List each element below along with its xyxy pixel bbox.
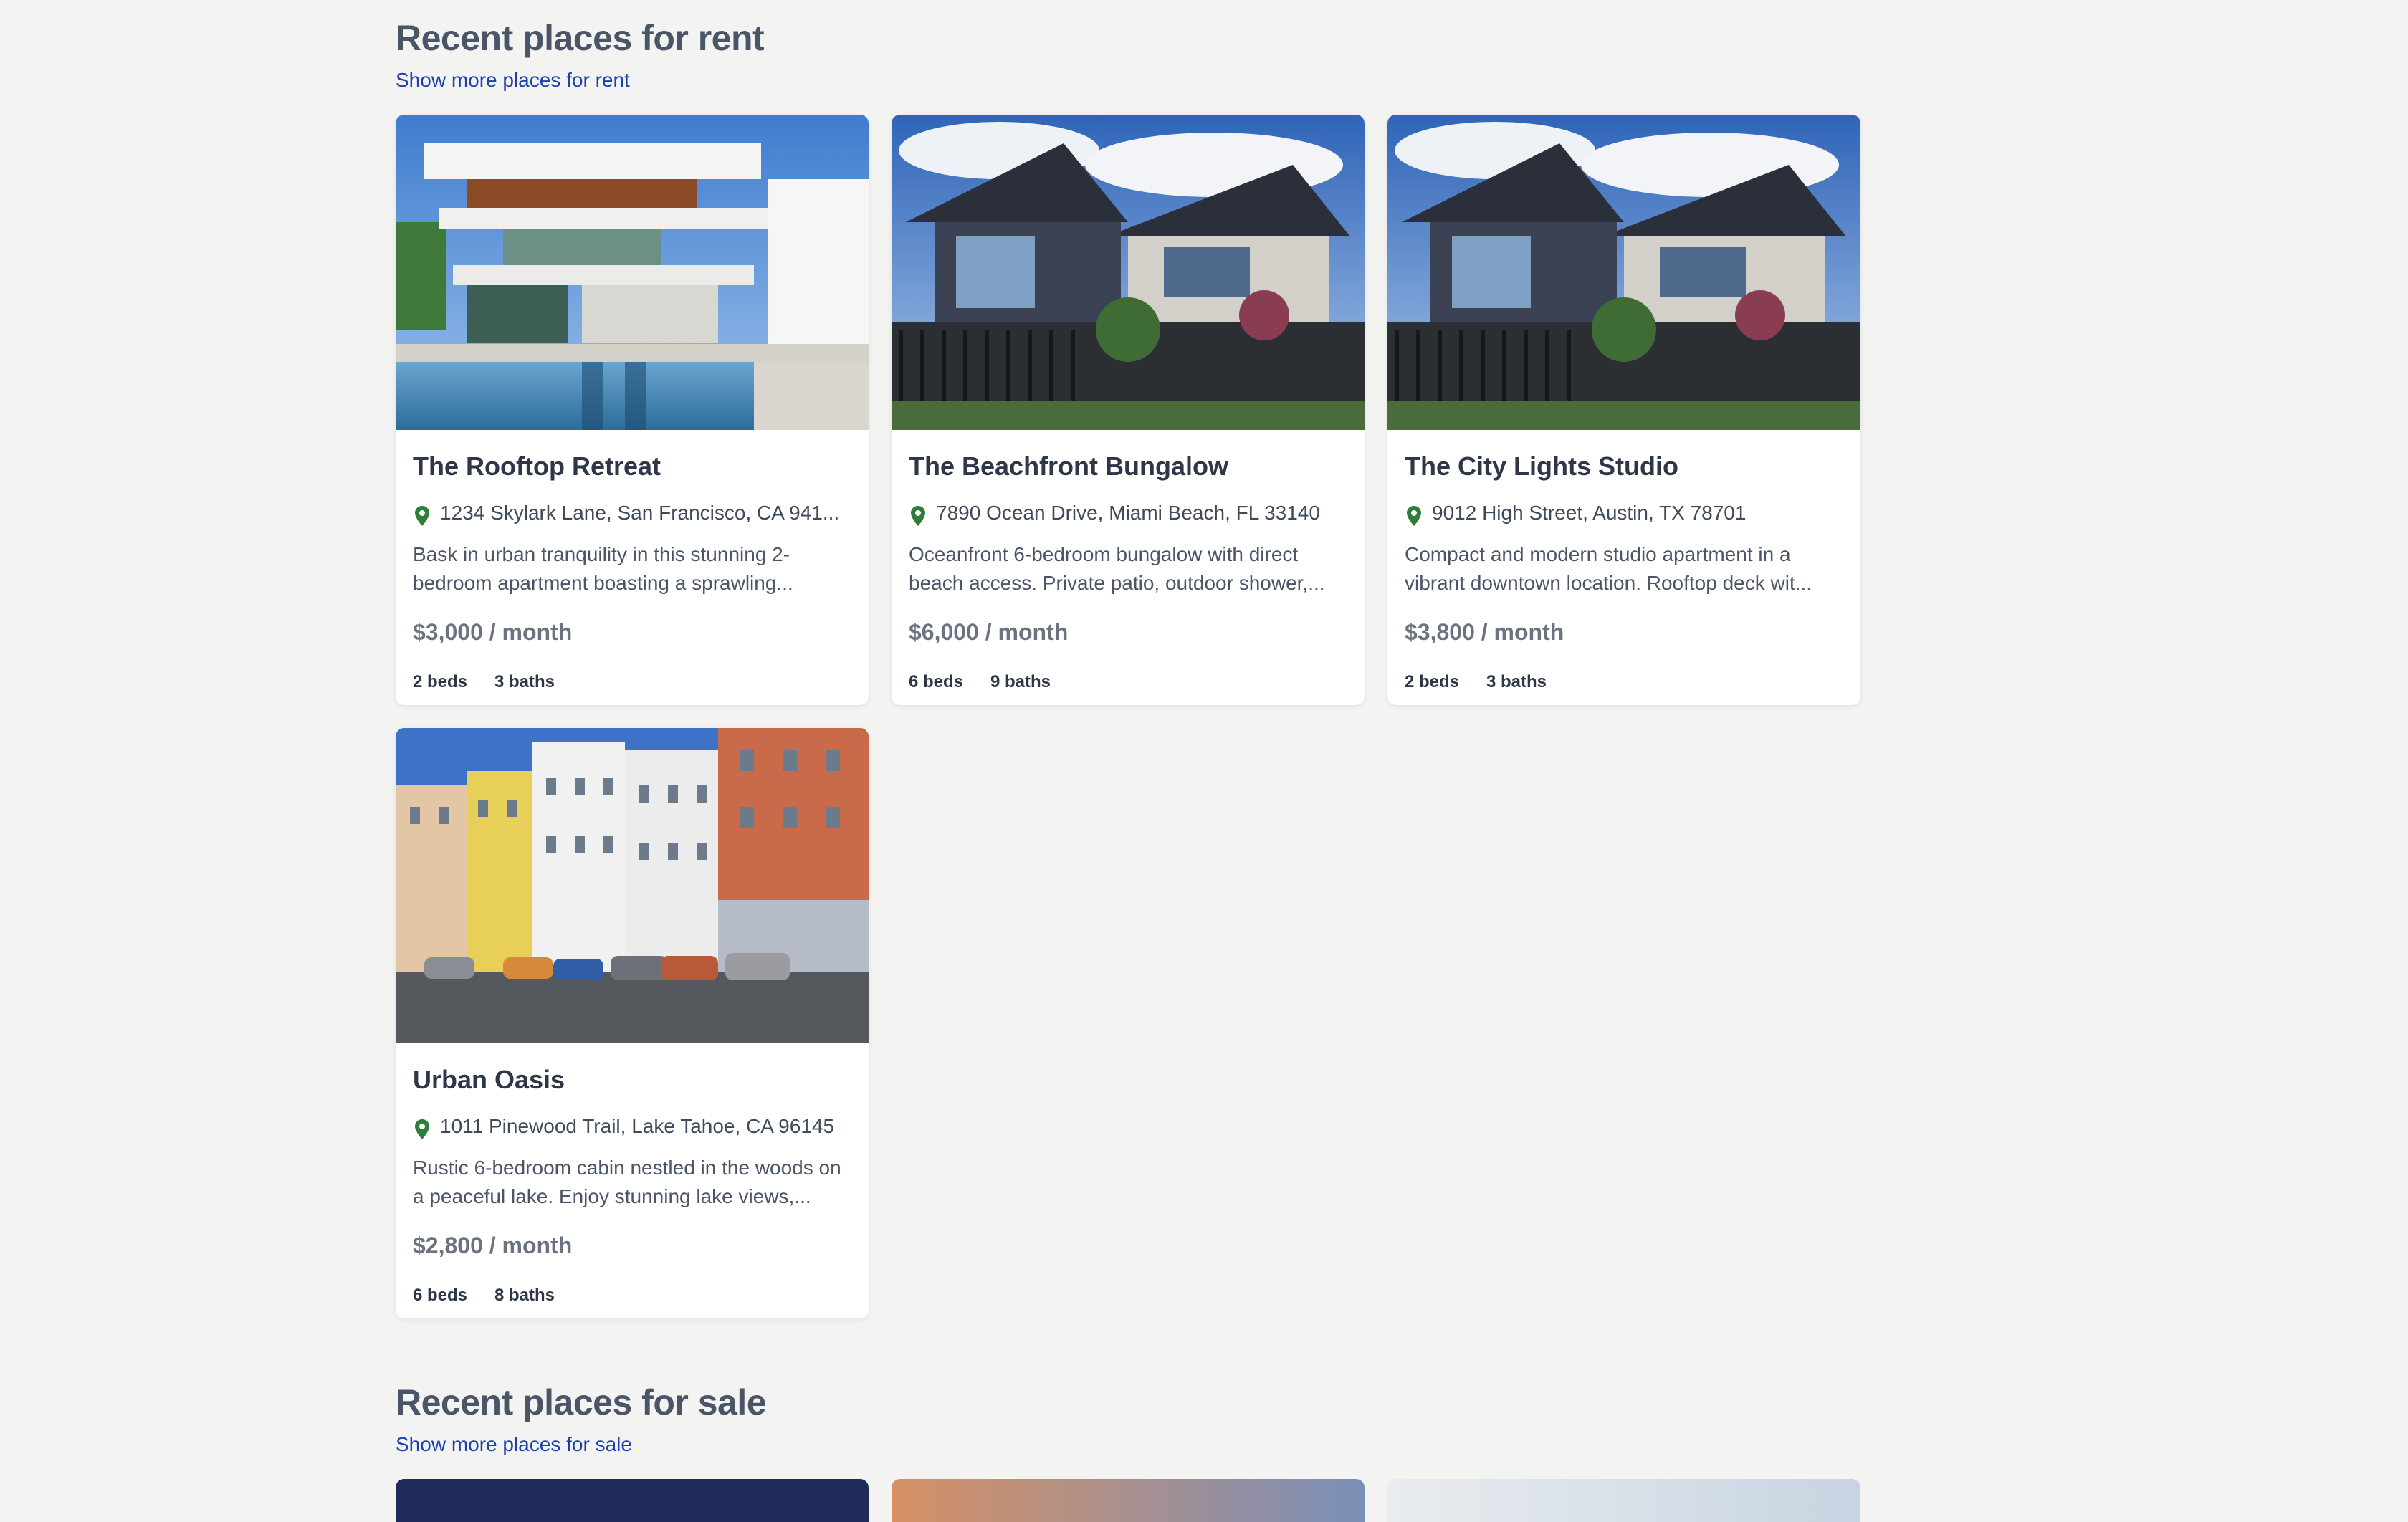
listing-photo [396, 728, 869, 1043]
sale-listing-photo[interactable] [396, 1479, 869, 1522]
listing-description: Compact and modern studio apartment in a… [1405, 543, 1812, 594]
listing-beds: 6 beds [413, 1286, 468, 1305]
listing-title: The Beachfront Bungalow [909, 451, 1229, 481]
listing-description: Bask in urban tranquility in this stunni… [413, 543, 793, 594]
listing-beds: 6 beds [909, 672, 964, 691]
listing-price: $2,800 / month [413, 1233, 573, 1258]
listing-baths: 3 baths [1486, 672, 1547, 691]
sale-listing-photo[interactable] [1387, 1479, 1860, 1522]
listing-card[interactable]: The Beachfront Bungalow 7890 Ocean Drive… [892, 115, 1365, 705]
rent-section-title: Recent places for rent [396, 18, 765, 58]
listing-address: 1234 Skylark Lane, San Francisco, CA 941… [440, 502, 840, 524]
listing-address: 1011 Pinewood Trail, Lake Tahoe, CA 9614… [440, 1115, 835, 1137]
sale-section-title: Recent places for sale [396, 1382, 767, 1422]
listing-title: Urban Oasis [413, 1065, 565, 1094]
show-more-sale-link[interactable]: Show more places for sale [396, 1433, 632, 1456]
listing-address: 7890 Ocean Drive, Miami Beach, FL 33140 [936, 502, 1320, 524]
listing-description: Rustic 6-bedroom cabin nestled in the wo… [413, 1157, 841, 1207]
listing-photo [396, 115, 869, 430]
listing-baths: 3 baths [494, 672, 555, 691]
listing-baths: 9 baths [990, 672, 1051, 691]
listing-description: Oceanfront 6-bedroom bungalow with direc… [909, 543, 1325, 594]
listing-photo [1387, 115, 1860, 430]
listing-title: The Rooftop Retreat [413, 451, 661, 481]
listing-photo [892, 115, 1365, 430]
listing-beds: 2 beds [413, 672, 468, 691]
listing-card[interactable]: The City Lights Studio 9012 High Street,… [1387, 115, 1860, 705]
listing-price: $3,800 / month [1405, 619, 1564, 645]
listing-card[interactable]: Urban Oasis 1011 Pinewood Trail, Lake Ta… [396, 728, 869, 1318]
listing-title: The City Lights Studio [1405, 451, 1678, 481]
show-more-rent-link[interactable]: Show more places for rent [396, 69, 630, 92]
listing-card[interactable]: The Rooftop Retreat 1234 Skylark Lane, S… [396, 115, 869, 705]
listing-price: $3,000 / month [413, 619, 573, 645]
listing-baths: 8 baths [494, 1286, 555, 1305]
listing-beds: 2 beds [1405, 672, 1460, 691]
listing-price: $6,000 / month [909, 619, 1069, 645]
listing-address: 9012 High Street, Austin, TX 78701 [1432, 502, 1747, 524]
sale-listing-photo[interactable] [892, 1479, 1365, 1522]
